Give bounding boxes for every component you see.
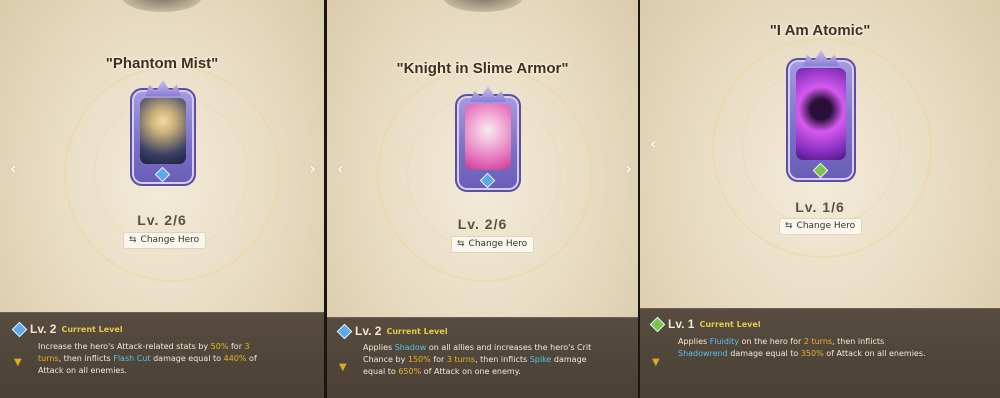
chevron-right-icon[interactable]: › <box>625 159 632 178</box>
desc-value: 440% <box>223 354 247 363</box>
desc-text: , then inflicts <box>475 355 530 364</box>
hero-portrait <box>140 98 186 164</box>
card-gem-icon <box>154 166 171 183</box>
chevron-left-icon[interactable]: ‹ <box>337 159 344 178</box>
desc-text: for <box>430 355 447 364</box>
desc-value: 50% <box>210 342 229 351</box>
desc-value: 350% <box>800 349 824 358</box>
desc-keyword: Shadow <box>394 343 427 352</box>
current-level-label: Current Level <box>699 319 761 329</box>
current-level-row: Lv. 2 Current Level <box>336 323 448 339</box>
desc-text: , then inflicts <box>832 337 885 346</box>
skill-info-section: Lv. 1 Current Level ▼ Applies Fluidity o… <box>640 308 1000 398</box>
desc-keyword: Fluidity <box>709 337 740 346</box>
chevron-down-icon[interactable]: ▼ <box>339 362 347 373</box>
diamond-gem-icon <box>11 321 28 337</box>
desc-text: of Attack on one enemy. <box>421 367 521 376</box>
diamond-gem-icon <box>336 323 353 339</box>
skill-level-label: Lv. 2 <box>355 324 382 338</box>
skill-title: "Knight in Slime Armor" <box>396 60 569 77</box>
desc-value: 3 turns <box>446 355 476 364</box>
change-hero-label: Change Hero <box>468 239 528 249</box>
change-hero-button[interactable]: ⇆ Change Hero <box>779 218 863 235</box>
diamond-gem-icon <box>649 316 666 332</box>
skill-level-text: Lv. 2/6 <box>457 216 508 232</box>
skill-panel-knight-in-slime-armor: ‹ › "Knight in Slime Armor" Lv. 2/6 ⇆ Ch… <box>327 0 638 398</box>
swap-icon: ⇆ <box>785 221 793 231</box>
card-gem-icon <box>479 172 496 189</box>
chevron-down-icon[interactable]: ▼ <box>14 357 22 368</box>
skill-title: "Phantom Mist" <box>105 55 219 72</box>
skill-title: "I Am Atomic" <box>769 22 871 39</box>
hero-card[interactable] <box>786 50 856 182</box>
desc-text: Increase the hero's Attack-related stats… <box>38 342 211 351</box>
desc-text: on the hero for <box>739 337 804 346</box>
desc-value: 2 turns <box>803 337 833 346</box>
skill-panel-i-am-atomic: ‹ "I Am Atomic" Lv. 1/6 ⇆ Change Hero Lv… <box>640 0 1000 398</box>
chevron-down-icon[interactable]: ▼ <box>652 357 660 368</box>
skill-level-text: Lv. 2/6 <box>137 212 187 228</box>
desc-keyword: Shadowrend <box>678 349 728 358</box>
card-gem-icon <box>812 162 829 179</box>
skill-level-label: Lv. 1 <box>668 317 695 331</box>
desc-text: of Attack on all enemies. <box>823 349 926 358</box>
desc-keyword: Flash Cut <box>113 354 151 363</box>
desc-text: Applies <box>678 337 710 346</box>
desc-value: turns <box>38 354 59 363</box>
top-shadow <box>122 0 202 12</box>
current-level-row: Lv. 1 Current Level <box>649 316 761 332</box>
desc-text: damage equal to <box>150 354 224 363</box>
skill-description: Increase the hero's Attack-related stats… <box>38 341 266 377</box>
chevron-left-icon[interactable]: ‹ <box>650 134 657 153</box>
skill-info-section: Lv. 2 Current Level ▼ Increase the hero'… <box>0 312 324 398</box>
skill-description: Applies Shadow on all allies and increas… <box>363 342 595 378</box>
change-hero-button[interactable]: ⇆ Change Hero <box>123 232 207 249</box>
change-hero-button[interactable]: ⇆ Change Hero <box>451 236 535 253</box>
desc-value: 650% <box>398 367 422 376</box>
hero-portrait <box>465 104 511 170</box>
current-level-row: Lv. 2 Current Level <box>11 321 123 337</box>
chevron-left-icon[interactable]: ‹ <box>10 159 17 178</box>
desc-value: 3 <box>244 342 250 351</box>
desc-text: for <box>228 342 245 351</box>
hero-portrait <box>796 68 846 160</box>
swap-icon: ⇆ <box>129 235 137 245</box>
skill-info-section: Lv. 2 Current Level ▼ Applies Shadow on … <box>327 317 638 398</box>
skill-level-text: Lv. 1/6 <box>795 199 845 215</box>
desc-value: 150% <box>407 355 431 364</box>
desc-text: , then inflicts <box>58 354 114 363</box>
chevron-right-icon[interactable]: › <box>309 159 316 178</box>
desc-text: Applies <box>363 343 395 352</box>
hero-card[interactable] <box>455 86 521 192</box>
current-level-label: Current Level <box>61 324 123 334</box>
hero-card[interactable] <box>130 80 196 186</box>
change-hero-label: Change Hero <box>140 235 200 245</box>
skill-panel-phantom-mist: ‹ › "Phantom Mist" Lv. 2/6 ⇆ Change Hero… <box>0 0 324 398</box>
skill-level-label: Lv. 2 <box>30 322 57 336</box>
desc-text: damage equal to <box>727 349 801 358</box>
desc-keyword: Spike <box>529 355 552 364</box>
swap-icon: ⇆ <box>457 239 465 249</box>
skill-description: Applies Fluidity on the hero for 2 turns… <box>678 336 928 360</box>
top-shadow <box>442 0 523 12</box>
current-level-label: Current Level <box>386 326 448 336</box>
change-hero-label: Change Hero <box>796 221 856 231</box>
